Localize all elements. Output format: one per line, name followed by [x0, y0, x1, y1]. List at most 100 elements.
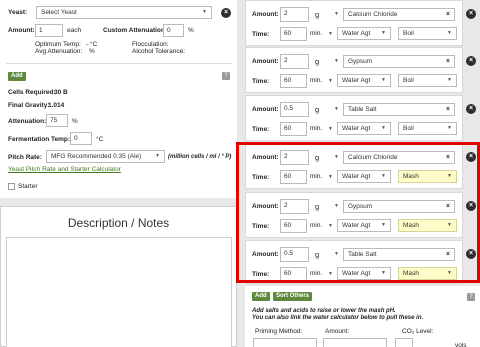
add-water-agent-button[interactable]: Add: [252, 292, 270, 301]
water-amount-label: Amount:: [252, 106, 279, 113]
optimum-temp-label: Optimum Temp:: [35, 41, 81, 48]
flocculation-label: Flocculation:: [132, 41, 169, 48]
chevron-down-icon: ▼: [381, 125, 386, 131]
attenuation-label: Attenuation:: [8, 118, 47, 125]
water-type-value: Water Agt: [342, 125, 371, 132]
water-type-select[interactable]: Water Agt ▼: [337, 74, 391, 87]
water-time-label: Time:: [252, 126, 270, 133]
water-agent-name: Table Salt: [348, 106, 377, 113]
remove-water-agent-button[interactable]: ×: [466, 104, 476, 114]
chevron-down-icon[interactable]: ▼: [328, 78, 333, 84]
chevron-down-icon[interactable]: ▼: [328, 126, 333, 132]
chevron-down-icon: ▼: [381, 30, 386, 36]
water-amount-unit[interactable]: g: [315, 57, 319, 66]
custom-attenuation-label: Custom Attenuation:: [103, 27, 168, 34]
yeast-label: Yeast:: [8, 9, 28, 16]
water-agent-select[interactable]: Calcium Chloride ×: [343, 8, 455, 21]
attenuation-input[interactable]: 75: [46, 114, 68, 127]
notes-title: Description / Notes: [67, 216, 170, 230]
water-agent-select[interactable]: Table Salt ×: [343, 103, 455, 116]
add-yeast-calc-button[interactable]: Add: [8, 72, 26, 81]
notes-panel: Description / Notes: [0, 206, 237, 347]
fermentation-temp-unit: °C: [96, 136, 104, 143]
yeast-panel: Yeast: Select Yeast ▼ × Amount: 1 each C…: [0, 0, 237, 198]
water-agent-name: Calcium Chloride: [348, 11, 398, 18]
final-gravity-label: Final Gravity:: [8, 102, 50, 109]
water-amount-input[interactable]: 2: [280, 54, 309, 69]
water-time-label: Time:: [252, 31, 270, 38]
water-time-input[interactable]: 60: [280, 122, 307, 136]
water-type-select[interactable]: Water Agt ▼: [337, 122, 391, 135]
chevron-down-icon: ▼: [447, 125, 452, 131]
water-use-select[interactable]: Boil ▼: [398, 122, 457, 135]
chevron-down-icon: ▼: [202, 9, 207, 15]
attenuation-unit: %: [72, 118, 78, 125]
water-agent-select[interactable]: Gypsum ×: [343, 55, 455, 68]
chevron-down-icon: ▼: [447, 30, 452, 36]
remove-yeast-button[interactable]: ×: [221, 8, 231, 18]
chevron-down-icon[interactable]: ▼: [334, 11, 339, 17]
chevron-down-icon: ▼: [155, 153, 160, 159]
water-note-1: Add salts and acids to raise or lower th…: [252, 308, 396, 314]
water-amount-input[interactable]: 2: [280, 7, 309, 22]
sort-others-button[interactable]: Sort Others: [273, 292, 313, 301]
co2-level-input[interactable]: [395, 338, 413, 347]
priming-amount-label: Amount:: [325, 328, 350, 335]
remove-water-agent-button[interactable]: ×: [466, 56, 476, 66]
remove-water-agent-button[interactable]: ×: [466, 9, 476, 19]
water-agent-row: Amount: 2 g ▼ Calcium Chloride × Time: 6…: [245, 0, 463, 46]
custom-attenuation-unit: %: [188, 27, 194, 34]
pitch-calculator-link[interactable]: Yeast Pitch Rate and Starter Calculator: [8, 166, 121, 173]
starter-label: Starter: [18, 183, 38, 190]
fermentation-temp-label: Fermentation Temp:: [8, 136, 70, 143]
water-time-label: Time:: [252, 78, 270, 85]
water-use-select[interactable]: Boil ▼: [398, 74, 457, 87]
clear-icon[interactable]: ×: [446, 104, 450, 115]
avg-attenuation-value: %: [89, 48, 95, 55]
water-amount-unit[interactable]: g: [315, 10, 319, 19]
pitch-rate-value: MFG Recommended 0.35 (Ale): [51, 153, 142, 160]
water-use-select[interactable]: Boil ▼: [398, 27, 457, 40]
water-type-select[interactable]: Water Agt ▼: [337, 27, 391, 40]
chevron-down-icon[interactable]: ▼: [328, 31, 333, 37]
yeast-amount-input[interactable]: 1: [35, 24, 63, 37]
pitch-rate-select[interactable]: MFG Recommended 0.35 (Ale) ▼: [46, 150, 165, 163]
water-time-input[interactable]: 60: [280, 74, 307, 88]
water-amount-unit[interactable]: g: [315, 105, 319, 114]
alcohol-tolerance-label: Alcohol Tolerance:: [132, 48, 185, 55]
priming-amount-input[interactable]: [323, 338, 387, 347]
final-gravity-value: 1.014: [48, 102, 65, 109]
chevron-down-icon[interactable]: ▼: [334, 106, 339, 112]
amount-label: Amount:: [8, 27, 35, 34]
co2-unit-select[interactable]: vols: [455, 342, 467, 347]
custom-attenuation-input[interactable]: 0: [163, 24, 184, 37]
water-use-value: Boil: [403, 30, 414, 37]
highlight-box: [236, 142, 480, 283]
water-time-unit[interactable]: min.: [310, 30, 322, 37]
water-time-input[interactable]: 60: [280, 27, 307, 41]
starter-checkbox[interactable]: [8, 183, 15, 190]
water-use-value: Boil: [403, 125, 414, 132]
chevron-down-icon[interactable]: ▼: [334, 58, 339, 64]
notes-textarea[interactable]: [6, 237, 232, 347]
cells-required-value: 30 B: [54, 89, 68, 96]
water-amount-label: Amount:: [252, 11, 279, 18]
help-icon[interactable]: ?: [222, 72, 230, 80]
water-time-unit[interactable]: min.: [310, 125, 322, 132]
chevron-down-icon: ▼: [381, 77, 386, 83]
fermentation-temp-input[interactable]: 0: [70, 132, 92, 145]
clear-icon[interactable]: ×: [446, 9, 450, 20]
water-amount-input[interactable]: 0.5: [280, 102, 309, 117]
yeast-select[interactable]: Select Yeast ▼: [36, 6, 212, 19]
water-type-value: Water Agt: [342, 30, 371, 37]
water-agent-row: Amount: 0.5 g ▼ Table Salt × Time: 60 mi…: [245, 95, 463, 141]
priming-method-select[interactable]: [253, 338, 317, 347]
pitch-rate-label: Pitch Rate:: [8, 154, 42, 161]
water-time-unit[interactable]: min.: [310, 77, 322, 84]
clear-icon[interactable]: ×: [446, 56, 450, 67]
help-icon[interactable]: ?: [467, 293, 475, 301]
water-use-value: Boil: [403, 77, 414, 84]
divider: [6, 63, 232, 64]
water-amount-label: Amount:: [252, 58, 279, 65]
avg-attenuation-label: Avg Attenuation:: [35, 48, 83, 55]
